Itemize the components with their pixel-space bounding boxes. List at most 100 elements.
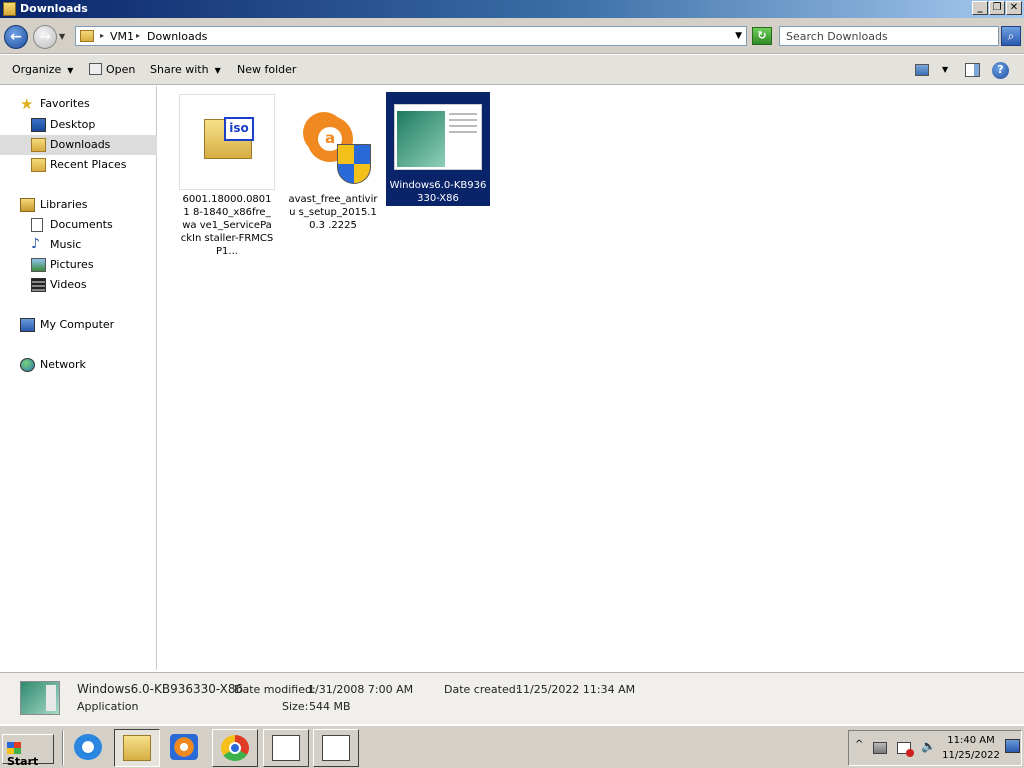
organize-label: Organize [12,63,62,76]
nav-item-desktop[interactable]: Desktop [0,115,157,135]
date-created-label: Date created: [444,683,520,696]
nav-item-documents[interactable]: Documents [0,215,157,235]
share-with-label: Share with [150,63,209,76]
application-window-button-1[interactable] [263,729,309,767]
network-icon [20,358,35,372]
address-dropdown-icon[interactable]: ▼ [735,31,742,41]
application-thumbnail-icon [20,681,60,715]
music-icon: ♪ [31,236,40,252]
organize-button[interactable]: Organize ▼ [12,63,73,76]
star-icon: ★ [20,95,34,113]
nav-item-favorites[interactable]: ★ Favorites [0,94,157,114]
taskbar: Start ^ 🔈 11:40 AM 11/25/2022 [0,725,1024,768]
media-player-button[interactable] [162,729,208,767]
file-name: 6001.18000.08011 8-1840_x86fre_wa ve1_Se… [180,194,274,257]
network-tray-icon[interactable] [873,742,887,754]
close-button[interactable]: ✕ [1006,1,1022,15]
breadcrumb-vm1[interactable]: VM1 [110,30,134,43]
nav-item-pictures[interactable]: Pictures [0,255,157,275]
windows-explorer-button[interactable] [114,729,160,767]
nav-item-music[interactable]: ♪ Music [0,235,157,255]
file-item-iso[interactable]: iso 6001.18000.08011 8-1840_x86fre_wa ve… [178,94,276,259]
back-button[interactable]: ← [4,25,28,49]
application-window-icon [322,735,350,761]
restore-button[interactable]: ❐ [989,1,1005,15]
show-desktop-icon[interactable] [1005,739,1020,753]
nav-item-network[interactable]: Network [0,355,157,375]
avast-installer-icon: a [285,94,381,190]
application-window-button-2[interactable] [313,729,359,767]
media-player-icon [170,734,198,760]
help-icon[interactable]: ? [992,62,1009,79]
recent-pages-dropdown[interactable]: ▼ [59,32,65,41]
notification-area: ^ 🔈 11:40 AM 11/25/2022 [848,730,1022,766]
nav-label: My Computer [40,318,115,331]
nav-item-videos[interactable]: Videos [0,275,157,295]
refresh-button[interactable]: ↻ [752,27,772,45]
details-pane: Windows6.0-KB936330-X86 Application Date… [0,672,1024,724]
details-file-type: Application [77,700,139,713]
downloads-folder-icon [31,138,46,152]
nav-label: Favorites [40,97,90,110]
date-created-value: 11/25/2022 11:34 AM [516,683,636,696]
breadcrumb-separator[interactable]: ▸ [100,31,104,40]
view-options-dropdown[interactable]: ▼ [942,65,948,74]
windows-logo-icon [7,742,21,754]
file-item-avast[interactable]: a avast_free_antiviru s_setup_2015.10.3 … [284,94,382,233]
clock-time[interactable]: 11:40 AM [941,735,1001,746]
internet-explorer-icon [74,734,102,760]
uac-shield-icon [337,144,371,184]
taskbar-separator [62,731,64,765]
share-with-button[interactable]: Share with ▼ [150,63,221,76]
date-modified-value: 1/31/2008 7:00 AM [308,683,414,696]
pictures-icon [31,258,46,272]
forward-button[interactable]: → [33,25,57,49]
volume-icon[interactable]: 🔈 [921,739,936,753]
change-view-icon[interactable] [915,64,929,76]
internet-explorer-button[interactable] [66,729,112,767]
search-icon[interactable]: ⌕ [1001,26,1021,46]
videos-icon [31,278,46,292]
nav-label: Recent Places [50,158,127,171]
start-button[interactable]: Start [2,734,54,768]
address-field[interactable]: ▸ VM1 ▸ Downloads ▼ [75,26,747,46]
documents-icon [31,218,43,232]
title-bar[interactable]: Downloads _ ❐ ✕ [0,0,1024,18]
size-label: Size: [282,700,309,713]
show-hidden-icons-icon[interactable]: ^ [855,739,869,751]
nav-label: Documents [50,218,113,231]
iso-file-icon: iso [179,94,275,190]
file-list[interactable]: iso 6001.18000.08011 8-1840_x86fre_wa ve… [160,86,1024,670]
date-modified-label: Date modified: [234,683,316,696]
nav-item-my-computer[interactable]: My Computer [0,315,157,335]
file-name: avast_free_antiviru s_setup_2015.10.3 .2… [288,194,378,231]
nav-item-recent-places[interactable]: Recent Places [0,155,157,175]
start-label: Start [7,755,39,768]
nav-item-libraries[interactable]: Libraries [0,195,157,215]
action-center-icon[interactable] [897,742,914,757]
chrome-button[interactable] [212,729,258,767]
nav-label: Downloads [50,138,111,151]
nav-label: Pictures [50,258,94,271]
command-bar: Organize ▼ Open Share with ▼ New folder ▼ … [0,55,1024,85]
nav-item-downloads[interactable]: Downloads [0,135,157,155]
nav-label: Network [40,358,86,371]
search-input[interactable]: Search Downloads [779,26,999,46]
minimize-button[interactable]: _ [972,1,988,15]
file-item-windows-kb936330[interactable]: Windows6.0-KB936 330-X86 [386,92,490,206]
open-button[interactable]: Open [89,63,135,76]
window-title: Downloads [20,2,88,15]
preview-pane-icon[interactable] [965,63,980,77]
clock-date[interactable]: 11/25/2022 [941,750,1001,761]
open-icon [89,63,102,75]
new-folder-label: New folder [237,63,297,76]
nav-label: Music [50,238,82,251]
downloads-folder-icon [80,30,94,42]
nav-label: Videos [50,278,87,291]
new-folder-button[interactable]: New folder [237,63,296,76]
breadcrumb-downloads[interactable]: Downloads [147,30,207,43]
breadcrumb-separator[interactable]: ▸ [136,31,140,40]
computer-icon [20,318,35,332]
size-value: 544 MB [309,700,351,713]
libraries-icon [20,198,35,212]
